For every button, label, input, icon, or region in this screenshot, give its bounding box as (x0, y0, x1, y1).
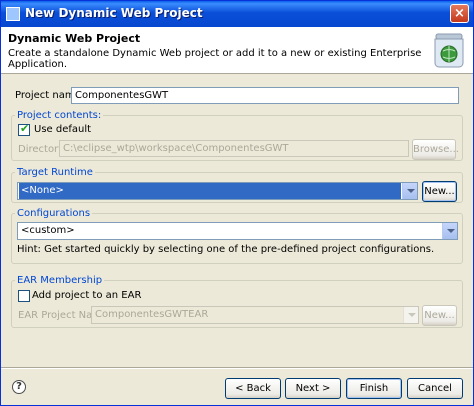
finish-button[interactable]: Finish (346, 378, 402, 399)
checkbox-check-icon: ✔ (20, 122, 30, 135)
use-default-checkbox[interactable]: ✔ (18, 122, 30, 136)
footer-separator (1, 367, 473, 369)
close-icon[interactable]: × (450, 4, 469, 23)
wizard-page-description: Create a standalone Dynamic Web project … (8, 48, 422, 70)
back-button[interactable]: < Back (225, 378, 281, 399)
configurations-legend: Configurations (17, 208, 91, 219)
chevron-down-icon[interactable] (403, 307, 418, 323)
project-name-input[interactable]: ComponentesGWT (71, 87, 459, 104)
directory-input[interactable]: C:\eclipse_wtp\workspace\ComponentesGWT (59, 140, 409, 157)
add-to-ear-checkbox[interactable] (18, 290, 30, 302)
title-bar[interactable]: New Dynamic Web Project × (1, 1, 473, 27)
help-icon[interactable]: ? (12, 380, 26, 394)
project-contents-legend: Project contents: (17, 110, 102, 121)
ear-project-name-value: ComponentesGWTEAR (95, 309, 209, 320)
configurations-select[interactable]: <custom> (17, 222, 458, 240)
ear-project-name-select[interactable]: ComponentesGWTEAR (91, 306, 419, 324)
cancel-button[interactable]: Cancel (407, 378, 463, 399)
configurations-hint: Hint: Get started quickly by selecting o… (17, 244, 435, 255)
chevron-down-icon[interactable] (442, 223, 457, 239)
target-runtime-value: <None> (19, 183, 401, 199)
ear-membership-legend: EAR Membership (17, 275, 103, 286)
browse-button[interactable]: Browse... (412, 139, 459, 160)
add-to-ear-label[interactable]: Add project to an EAR (32, 290, 141, 301)
target-runtime-legend: Target Runtime (17, 167, 93, 178)
chevron-down-icon[interactable] (402, 183, 417, 199)
new-runtime-button[interactable]: New... (422, 181, 457, 202)
eclipse-app-icon (6, 7, 20, 21)
wizard-page-title: Dynamic Web Project (8, 32, 141, 45)
wizard-header: Dynamic Web Project Create a standalone … (1, 27, 473, 74)
configurations-value: <custom> (21, 225, 75, 236)
target-runtime-select[interactable]: <None> (17, 182, 418, 200)
new-ear-button[interactable]: New... (422, 305, 457, 326)
next-button[interactable]: Next > (285, 378, 341, 399)
jar-globe-icon (434, 33, 464, 68)
window-title: New Dynamic Web Project (25, 6, 203, 20)
use-default-label[interactable]: Use default (34, 124, 91, 135)
dialog-window: New Dynamic Web Project × Dynamic Web Pr… (0, 0, 474, 406)
